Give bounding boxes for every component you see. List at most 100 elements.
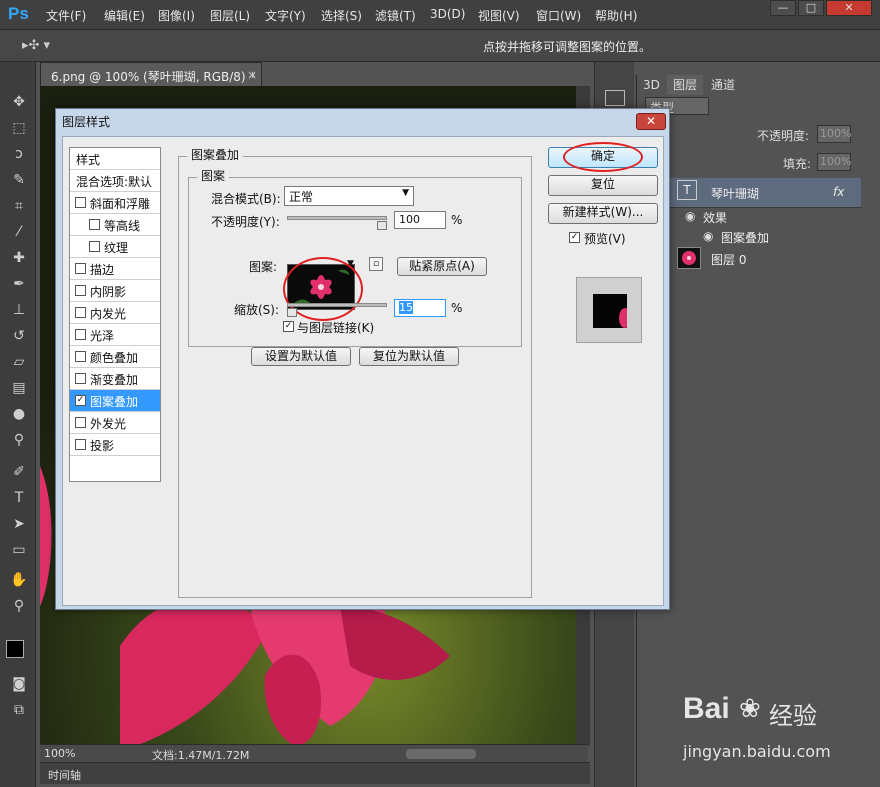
eraser-tool-icon[interactable]: ▱	[8, 352, 30, 372]
pattern-label: 图案:	[249, 260, 278, 274]
path-select-icon[interactable]: ➤	[8, 514, 30, 534]
style-item-outer-glow[interactable]: 外发光	[70, 412, 160, 434]
layer-row-text[interactable]: T 琴叶珊瑚 fx	[637, 178, 861, 208]
stamp-tool-icon[interactable]: ⊥	[8, 300, 30, 320]
opacity-input[interactable]: 100	[394, 211, 446, 229]
style-checkbox[interactable]	[75, 263, 86, 274]
style-checkbox[interactable]	[89, 241, 100, 252]
shape-tool-icon[interactable]: ▭	[8, 540, 30, 560]
style-item-pattern-overlay[interactable]: ✓ 图案叠加	[70, 390, 160, 412]
style-item-drop-shadow[interactable]: 投影	[70, 434, 160, 456]
eyedropper-icon[interactable]: ⁄	[8, 222, 30, 242]
style-item-gradient-overlay[interactable]: 渐变叠加	[70, 368, 160, 390]
style-item-stroke[interactable]: 描边	[70, 258, 160, 280]
preview-checkbox[interactable]: ✓	[569, 232, 580, 243]
tab-layers[interactable]: 图层	[667, 75, 704, 95]
make-default-button[interactable]: 设置为默认值	[251, 347, 351, 366]
style-list-header[interactable]: 样式	[70, 148, 160, 170]
lasso-tool-icon[interactable]: ↄ	[8, 144, 30, 164]
preview-swatch	[593, 294, 627, 328]
effect-pattern-overlay[interactable]: 图案叠加	[721, 229, 769, 246]
style-checkbox[interactable]	[75, 417, 86, 428]
foreground-color-swatch[interactable]	[6, 640, 24, 658]
blur-tool-icon[interactable]: ●	[8, 404, 30, 424]
fill-field[interactable]: 100%	[817, 153, 851, 171]
opacity-slider-thumb[interactable]	[377, 221, 387, 230]
zoom-level[interactable]: 100%	[44, 747, 75, 760]
menu-3d[interactable]: 3D(D)	[430, 7, 465, 21]
eye-icon[interactable]: ◉	[685, 209, 695, 223]
tab-close-icon[interactable]: ×	[247, 68, 257, 82]
tab-3d[interactable]: 3D	[637, 75, 666, 95]
menu-file[interactable]: 文件(F)	[46, 7, 86, 24]
minimize-button[interactable]: —	[770, 0, 796, 16]
blending-options-item[interactable]: 混合选项:默认	[70, 170, 160, 192]
snap-origin-button[interactable]: 贴紧原点(A)	[397, 257, 487, 276]
hand-tool-icon[interactable]: ✋	[8, 570, 30, 590]
move-tool-icon[interactable]: ✥	[8, 92, 30, 112]
style-checkbox[interactable]	[75, 285, 86, 296]
scale-input[interactable]: 15	[394, 299, 446, 317]
pen-tool-icon[interactable]: ✐	[8, 462, 30, 482]
menu-image[interactable]: 图像(I)	[158, 7, 195, 24]
style-checkbox[interactable]	[75, 351, 86, 362]
history-brush-icon[interactable]: ↺	[8, 326, 30, 346]
move-tool-icon[interactable]: ▸✣ ▾	[22, 38, 50, 53]
quick-select-icon[interactable]: ✎	[8, 170, 30, 190]
scale-slider[interactable]	[287, 303, 387, 307]
gradient-tool-icon[interactable]: ▤	[8, 378, 30, 398]
dialog-body: 样式 混合选项:默认 斜面和浮雕 等高线 纹理 描边 内阴影 内发光 光泽 颜色…	[62, 136, 664, 606]
style-checkbox[interactable]	[75, 439, 86, 450]
tab-channels[interactable]: 通道	[705, 75, 741, 95]
style-checkbox[interactable]	[75, 197, 86, 208]
style-checkbox[interactable]	[75, 307, 86, 318]
menu-type[interactable]: 文字(Y)	[265, 7, 306, 24]
style-checkbox[interactable]	[75, 329, 86, 340]
menu-layer[interactable]: 图层(L)	[210, 7, 250, 24]
dialog-close-button[interactable]: ✕	[636, 113, 666, 130]
menu-filter[interactable]: 滤镜(T)	[375, 7, 416, 24]
style-checkbox[interactable]	[89, 219, 100, 230]
opacity-field[interactable]: 100%	[817, 125, 851, 143]
menu-edit[interactable]: 编辑(E)	[104, 7, 145, 24]
document-tab[interactable]: 6.png @ 100% (琴叶珊瑚, RGB/8) * ×	[40, 62, 262, 86]
history-panel-icon[interactable]	[605, 90, 625, 106]
maximize-button[interactable]: □	[798, 0, 824, 16]
quick-mask-icon[interactable]: ◙	[8, 674, 30, 694]
opacity-slider[interactable]	[287, 216, 387, 220]
scale-slider-thumb[interactable]	[287, 308, 297, 317]
menu-select[interactable]: 选择(S)	[321, 7, 362, 24]
fx-icon[interactable]: fx	[833, 185, 844, 199]
style-item-bevel-emboss[interactable]: 斜面和浮雕	[70, 192, 160, 214]
new-style-button[interactable]: 新建样式(W)...	[548, 203, 658, 224]
style-checkbox[interactable]	[75, 373, 86, 384]
style-item-color-overlay[interactable]: 颜色叠加	[70, 346, 160, 368]
menu-window[interactable]: 窗口(W)	[536, 7, 581, 24]
style-item-satin[interactable]: 光泽	[70, 324, 160, 346]
style-checkbox-checked[interactable]: ✓	[75, 395, 86, 406]
menu-help[interactable]: 帮助(H)	[595, 7, 637, 24]
close-button[interactable]: ✕	[826, 0, 872, 16]
effects-row[interactable]: 效果	[703, 209, 727, 226]
dodge-tool-icon[interactable]: ⚲	[8, 430, 30, 450]
horizontal-scroll-thumb[interactable]	[406, 749, 476, 759]
blend-mode-select[interactable]: 正常 ▼	[284, 186, 414, 206]
style-item-inner-glow[interactable]: 内发光	[70, 302, 160, 324]
link-layer-checkbox[interactable]: ✓	[283, 321, 294, 332]
style-item-contour[interactable]: 等高线	[70, 214, 160, 236]
new-preset-icon[interactable]: ▫	[369, 257, 383, 271]
style-item-inner-shadow[interactable]: 内阴影	[70, 280, 160, 302]
reset-default-button[interactable]: 复位为默认值	[359, 347, 459, 366]
zoom-tool-icon[interactable]: ⚲	[8, 596, 30, 616]
menu-view[interactable]: 视图(V)	[478, 7, 520, 24]
screen-mode-icon[interactable]: ⧉	[8, 700, 30, 720]
healing-brush-icon[interactable]: ✚	[8, 248, 30, 268]
brush-tool-icon[interactable]: ✒	[8, 274, 30, 294]
crop-tool-icon[interactable]: ⌗	[8, 196, 30, 216]
marquee-tool-icon[interactable]: ⬚	[8, 118, 30, 138]
eye-icon[interactable]: ◉	[703, 229, 713, 243]
reset-button[interactable]: 复位	[548, 175, 658, 196]
type-tool-icon[interactable]: T	[8, 488, 30, 508]
timeline-panel[interactable]: 时间轴	[40, 762, 590, 784]
style-item-texture[interactable]: 纹理	[70, 236, 160, 258]
